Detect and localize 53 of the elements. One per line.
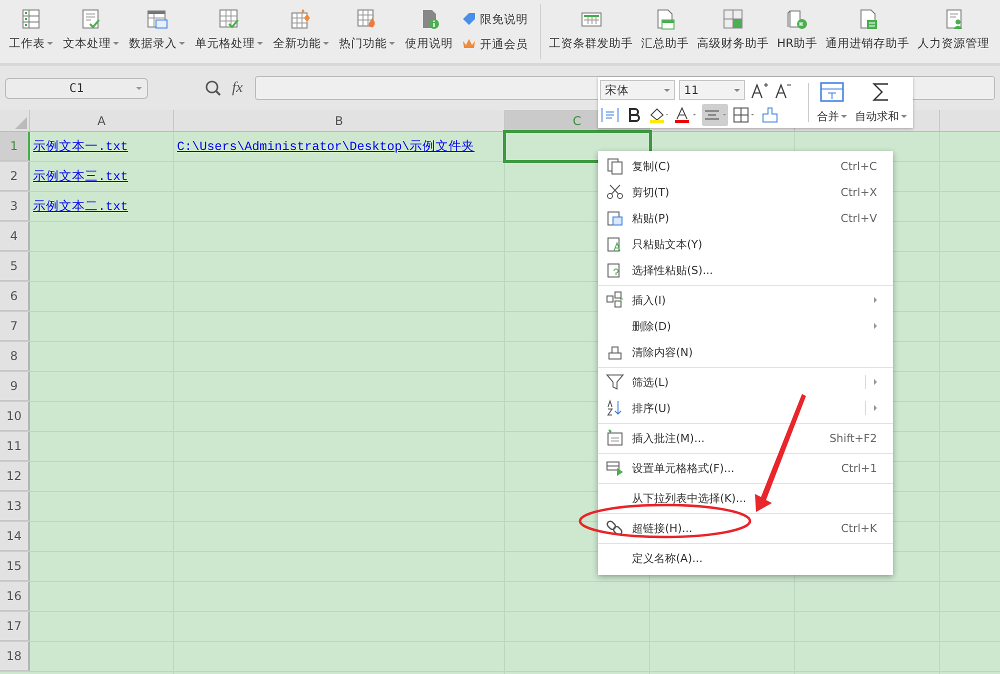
row-header[interactable]: 4 <box>0 222 30 251</box>
row-header[interactable]: 7 <box>0 312 30 341</box>
helper-button[interactable]: 通用进销存助手 <box>822 0 914 63</box>
row-header[interactable]: 16 <box>0 582 30 611</box>
ribbon-button[interactable]: 数据录入 <box>124 0 190 63</box>
ribbon-link[interactable]: 开通会员 <box>462 36 528 52</box>
font-select[interactable]: 宋体 <box>600 80 675 100</box>
function-label[interactable]: fx <box>232 80 243 96</box>
menu-item[interactable]: 复制(C) Ctrl+C <box>598 153 893 179</box>
autosum-button[interactable]: 自动求和 <box>851 79 911 126</box>
ribbon-button[interactable]: 单元格处理 <box>190 0 268 63</box>
ribbon-button[interactable]: 工作表 <box>4 0 58 63</box>
row-header[interactable]: 8 <box>0 342 30 371</box>
row-header[interactable]: 18 <box>0 642 30 671</box>
row-header[interactable]: 12 <box>0 462 30 491</box>
row-header[interactable]: 17 <box>0 612 30 641</box>
helper-button[interactable]: 汇总助手 <box>637 0 693 63</box>
menu-item[interactable]: 筛选(L) <box>598 367 893 395</box>
hyperlink[interactable]: C:\Users\Administrator\Desktop\示例文件夹 <box>177 138 475 155</box>
hyperlink[interactable]: 示例文本一.txt <box>33 138 128 155</box>
menu-item[interactable]: 超链接(H)... Ctrl+K <box>598 513 893 541</box>
row-header[interactable]: 15 <box>0 552 30 581</box>
merge-button[interactable]: 合并 <box>813 79 851 126</box>
helper-button[interactable]: HR助手 <box>773 0 822 63</box>
size-select[interactable]: 11 <box>679 80 745 100</box>
ribbon-button[interactable]: 文本处理 <box>58 0 124 63</box>
menu-item[interactable]: 只粘贴文本(Y) <box>598 231 893 257</box>
row-header[interactable]: 2 <box>0 162 30 191</box>
ribbon-button[interactable]: 热门功能 <box>334 0 400 63</box>
helper-button[interactable]: 工资条群发助手 <box>545 0 637 63</box>
menu-item[interactable]: 剪切(T) Ctrl+X <box>598 179 893 205</box>
menu-item[interactable]: 插入(I) <box>598 285 893 313</box>
row-header[interactable]: 11 <box>0 432 30 461</box>
menu-item[interactable]: 选择性粘贴(S)... <box>598 257 893 283</box>
ribbon-link[interactable]: 限免说明 <box>462 12 528 26</box>
row-header[interactable]: 14 <box>0 522 30 551</box>
menu-item[interactable]: 删除(D) <box>598 313 893 339</box>
row-header[interactable]: 3 <box>0 192 30 221</box>
name-box[interactable]: C1 <box>5 78 148 98</box>
menu-item[interactable]: 清除内容(N) <box>598 339 893 365</box>
ribbon-button[interactable]: 全新功能 <box>268 0 334 63</box>
row-header[interactable]: 13 <box>0 492 30 521</box>
row-header[interactable]: 9 <box>0 372 30 401</box>
menu-item[interactable]: 定义名称(A)... <box>598 543 893 571</box>
menu-item[interactable]: 粘贴(P) Ctrl+V <box>598 205 893 231</box>
hyperlink[interactable]: 示例文本三.txt <box>33 168 128 185</box>
helper-button[interactable]: 高级财务助手 <box>693 0 773 63</box>
ribbon-button[interactable]: 使用说明 <box>400 0 458 63</box>
row-header[interactable]: 10 <box>0 402 30 431</box>
hyperlink[interactable]: 示例文本二.txt <box>33 198 128 215</box>
row-header[interactable]: 5 <box>0 252 30 281</box>
row-header[interactable]: 6 <box>0 282 30 311</box>
helper-button[interactable]: 人力资源管理 <box>914 0 994 63</box>
